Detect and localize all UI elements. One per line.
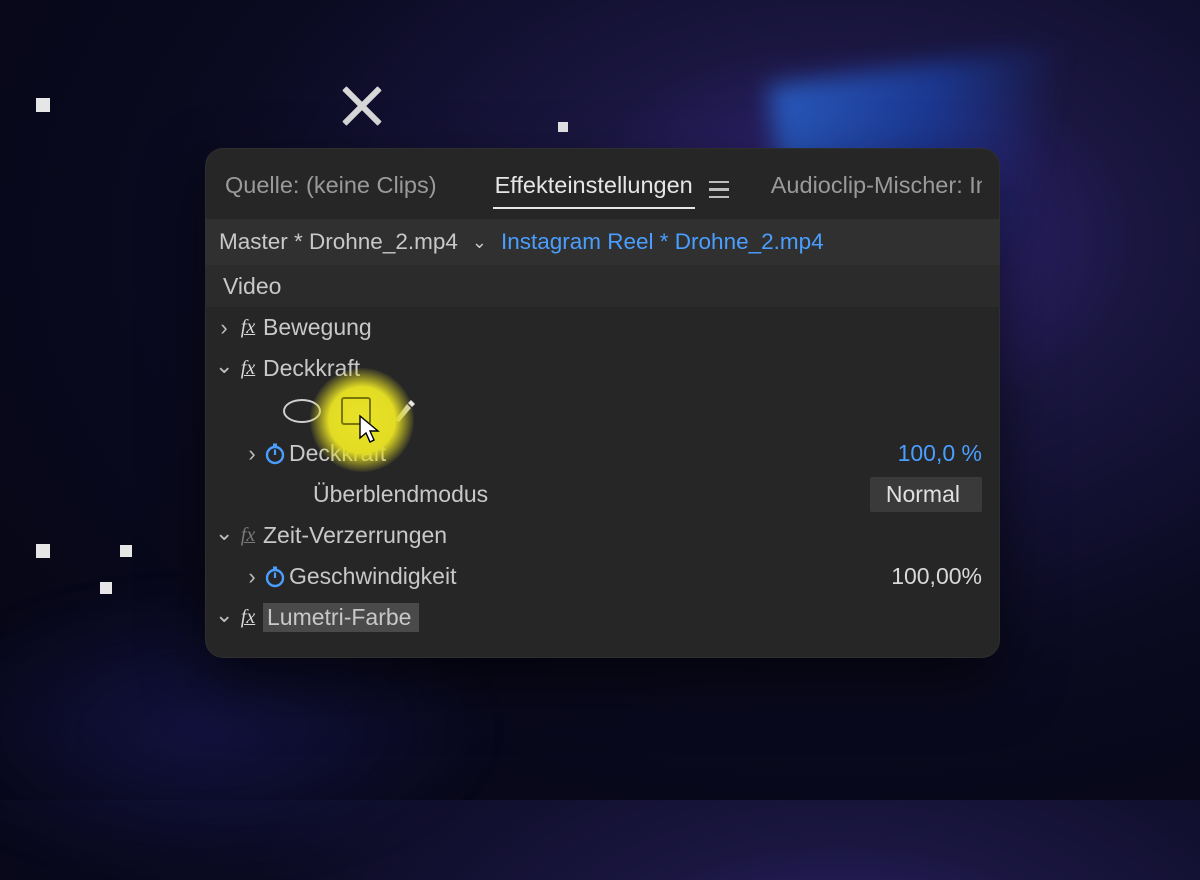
effect-label: Bewegung: [263, 314, 372, 341]
property-row-deckkraft[interactable]: Deckkraft 100,0 %: [205, 433, 1000, 474]
mask-rectangle-icon[interactable]: [341, 397, 371, 425]
mask-shape-buttons: [205, 389, 1000, 433]
fx-badge-icon[interactable]: fx: [233, 316, 263, 339]
mask-pen-icon[interactable]: [391, 398, 415, 424]
stopwatch-icon[interactable]: [261, 443, 289, 465]
fx-badge-icon[interactable]: fx: [233, 357, 263, 380]
property-row-speed[interactable]: Geschwindigkeit 100,00%: [205, 556, 1000, 597]
close-icon[interactable]: [338, 83, 384, 129]
blendmode-dropdown[interactable]: Normal: [870, 477, 982, 512]
fx-badge-icon[interactable]: fx: [233, 524, 263, 547]
disclosure-icon[interactable]: [215, 523, 233, 549]
disclosure-icon[interactable]: [215, 605, 233, 631]
property-value[interactable]: 100,00%: [891, 563, 982, 590]
section-video-label: Video: [223, 273, 281, 300]
sequence-clip-label[interactable]: Instagram Reel * Drohne_2.mp4: [501, 229, 824, 255]
mask-ellipse-icon[interactable]: [283, 399, 321, 423]
effect-label: Deckkraft: [263, 355, 360, 382]
effect-row-deckkraft[interactable]: fx Deckkraft: [205, 348, 1000, 389]
stopwatch-icon[interactable]: [261, 566, 289, 588]
effect-row-bewegung[interactable]: fx Bewegung: [205, 307, 1000, 348]
property-label: Deckkraft: [289, 440, 386, 467]
section-video: Video: [205, 265, 1000, 307]
property-label: Überblendmodus: [313, 481, 488, 508]
effect-label: Lumetri-Farbe: [263, 603, 419, 632]
master-clip-label[interactable]: Master * Drohne_2.mp4: [219, 229, 458, 255]
clip-breadcrumb: Master * Drohne_2.mp4 ⌄ Instagram Reel *…: [205, 219, 1000, 265]
property-label: Geschwindigkeit: [289, 563, 456, 590]
effect-label: Zeit-Verzerrungen: [263, 522, 447, 549]
tab-audio-mixer[interactable]: Audioclip-Mischer: Insta: [769, 166, 982, 209]
panel-tabs: Quelle: (keine Clips) Effekteinstellunge…: [205, 148, 1000, 219]
effect-row-lumetri[interactable]: fx Lumetri-Farbe: [205, 597, 1000, 638]
effect-controls-panel: Quelle: (keine Clips) Effekteinstellunge…: [205, 148, 1000, 658]
tab-source[interactable]: Quelle: (keine Clips): [223, 166, 439, 209]
property-value[interactable]: 100,0 %: [898, 440, 982, 467]
property-row-blendmode: Überblendmodus Normal: [205, 474, 1000, 515]
disclosure-icon[interactable]: [243, 564, 261, 590]
effect-row-zeit[interactable]: fx Zeit-Verzerrungen: [205, 515, 1000, 556]
disclosure-icon[interactable]: [215, 356, 233, 382]
tab-effect-settings[interactable]: Effekteinstellungen: [493, 166, 695, 209]
disclosure-icon[interactable]: [243, 441, 261, 467]
chevron-down-icon[interactable]: ⌄: [472, 232, 487, 253]
effect-rows: Video fx Bewegung fx Deckkraft: [205, 265, 1000, 638]
fx-badge-icon[interactable]: fx: [233, 606, 263, 629]
panel-menu-icon[interactable]: [709, 181, 729, 199]
disclosure-icon[interactable]: [215, 315, 233, 341]
